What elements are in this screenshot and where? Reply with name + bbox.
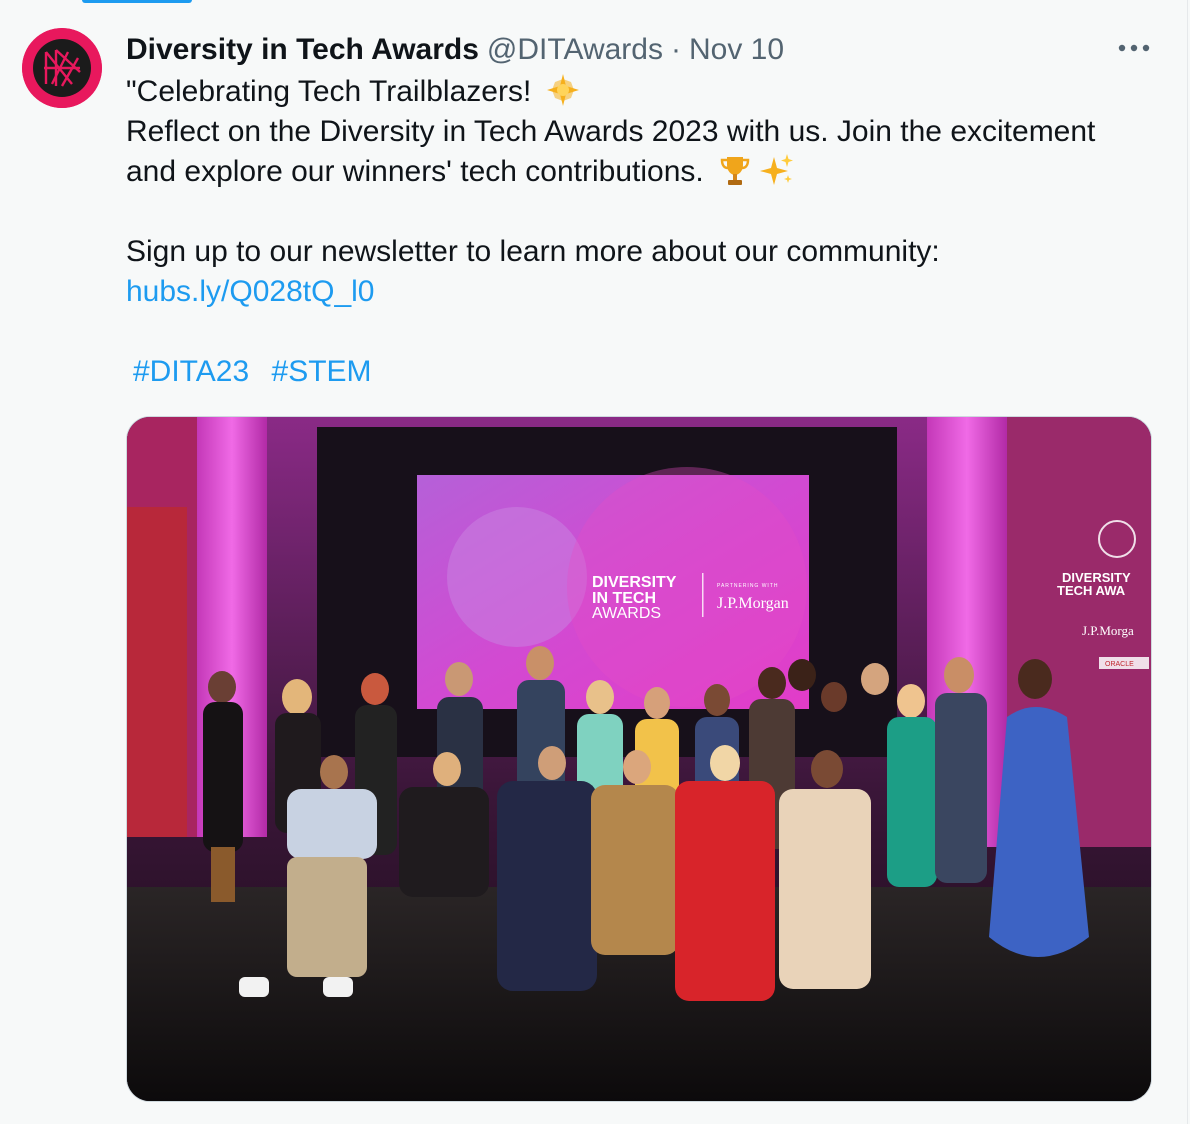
tweet[interactable]: Diversity in Tech Awards @DITAwards · No… (0, 0, 1188, 1124)
tweet-text-spacer (126, 192, 1156, 232)
tweet-photo[interactable]: DIVERSITY IN TECH AWARDS PARTNERING WITH… (126, 416, 1152, 1102)
hashtag-row: #DITA23 #STEM (126, 352, 1156, 392)
sparkles-icon (760, 154, 794, 185)
screen-partner-text: J.P.Morgan (717, 595, 789, 612)
tweet-text-line: hubs.ly/Q028tQ_l0 (126, 272, 1156, 312)
tweet-text-line: and explore our winners' tech contributi… (126, 152, 1156, 192)
tweet-text-segment: and explore our winners' tech contributi… (126, 155, 704, 188)
left-banner (127, 507, 187, 837)
hashtag-link[interactable]: #STEM (272, 355, 372, 388)
newsletter-link[interactable]: hubs.ly/Q028tQ_l0 (126, 275, 374, 308)
more-horizontal-icon (1118, 44, 1150, 52)
glowing-star-icon (546, 74, 579, 106)
avatar[interactable] (22, 28, 102, 108)
screen-logo-text: AWARDS (592, 605, 661, 622)
tweet-text: "Celebrating Tech Trailblazers! Reflect … (126, 72, 1156, 392)
tweet-text-line: "Celebrating Tech Trailblazers! (126, 72, 1156, 112)
header-separator: · (670, 33, 681, 66)
hashtag-link[interactable]: #DITA23 (133, 355, 249, 388)
tweet-text-line: Sign up to our newsletter to learn more … (126, 235, 940, 268)
award-ceremony-photo: DIVERSITY IN TECH AWARDS PARTNERING WITH… (127, 417, 1151, 1101)
banner-logo-text: TECH AWA (1057, 583, 1126, 598)
banner-sponsor-text: ORACLE (1105, 661, 1134, 668)
author-display-name[interactable]: Diversity in Tech Awards (126, 30, 479, 70)
screen-partner-label: PARTNERING WITH (717, 583, 778, 589)
tweet-timestamp[interactable]: Nov 10 (689, 30, 784, 70)
more-options-button[interactable] (1112, 30, 1156, 66)
trophy-icon (720, 157, 750, 185)
dita-logo-icon (22, 28, 102, 108)
screen-logo-text: DIVERSITY (592, 574, 677, 591)
tweet-text-line: Reflect on the Diversity in Tech Awards … (126, 115, 1096, 148)
tweet-text-segment: "Celebrating Tech Trailblazers! (126, 75, 532, 108)
banner-partner-text: J.P.Morga (1082, 623, 1134, 638)
author-handle[interactable]: @DITAwards (487, 30, 663, 70)
tweet-text-spacer (126, 312, 1156, 352)
tweet-header: Diversity in Tech Awards @DITAwards · No… (126, 30, 784, 70)
